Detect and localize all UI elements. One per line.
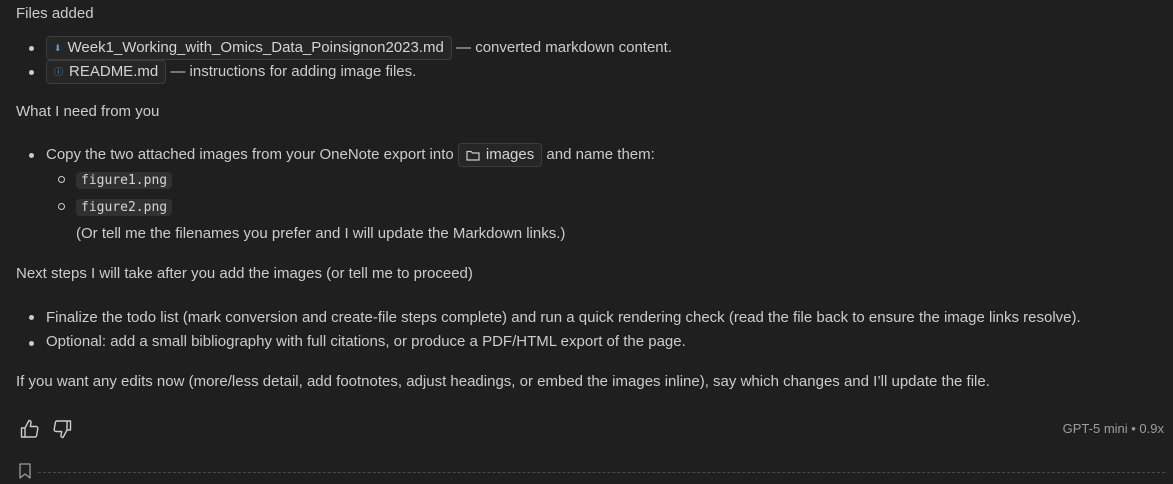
filename-note: (Or tell me the filenames you prefer and…	[76, 225, 566, 242]
file-chip-week1[interactable]: ⬇ Week1_Working_with_Omics_Data_Poinsign…	[46, 36, 452, 61]
info-icon: ⓘ	[54, 67, 64, 78]
list-item: figure2.png	[16, 194, 1166, 221]
files-heading: Files added	[16, 5, 94, 22]
response-actions: GPT-5 mini • 0.9x	[0, 414, 1173, 444]
filename-sublist: figure1.png figure2.png	[16, 167, 1166, 221]
list-item: Finalize the todo list (mark conversion …	[16, 305, 1166, 331]
folder-chip-images[interactable]: images	[457, 143, 543, 168]
need-heading: What I need from you	[16, 103, 160, 120]
need-list: Copy the two attached images from your O…	[16, 143, 1166, 168]
markdown-file-icon: ⬇	[54, 43, 62, 54]
list-item: ⓘ README.md — instructions for adding im…	[16, 60, 1166, 85]
thumbs-down-icon[interactable]	[51, 418, 73, 440]
next-steps-list: Finalize the todo list (mark conversion …	[16, 305, 1166, 357]
file-chip-readme[interactable]: ⓘ README.md	[46, 60, 167, 85]
next-heading: Next steps I will take after you add the…	[16, 265, 473, 282]
list-item: ⬇ Week1_Working_with_Omics_Data_Poinsign…	[16, 36, 1166, 61]
model-info: GPT-5 mini • 0.9x	[1062, 421, 1164, 436]
filename-code: figure2.png	[76, 199, 173, 216]
file-name: README.md	[69, 63, 159, 81]
files-list: ⬇ Week1_Working_with_Omics_Data_Poinsign…	[16, 36, 1166, 85]
list-item: Copy the two attached images from your O…	[16, 143, 1166, 168]
list-item: figure1.png	[16, 167, 1166, 194]
divider	[38, 472, 1165, 473]
chat-response: Files added ⬇ Week1_Working_with_Omics_D…	[16, 0, 1166, 393]
folder-icon	[466, 150, 480, 161]
filename-code: figure1.png	[76, 172, 173, 189]
file-description: — converted markdown content.	[451, 39, 672, 56]
closing-text: If you want any edits now (more/less det…	[16, 373, 990, 390]
list-item: Optional: add a small bibliography with …	[16, 331, 1166, 357]
file-description: — instructions for adding image files.	[166, 63, 417, 80]
file-name: Week1_Working_with_Omics_Data_Poinsignon…	[67, 39, 444, 57]
thumbs-up-icon[interactable]	[19, 418, 41, 440]
bookmark-icon[interactable]	[19, 463, 31, 483]
